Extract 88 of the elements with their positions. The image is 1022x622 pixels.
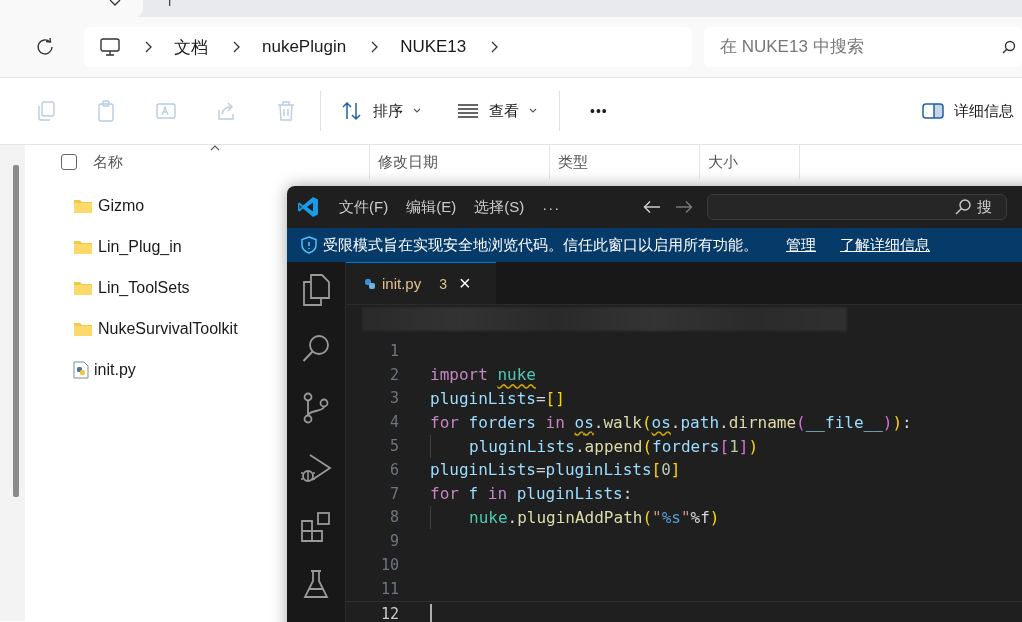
rename-icon (156, 100, 176, 122)
source-control-icon[interactable] (303, 392, 329, 424)
forward-arrow-icon[interactable] (675, 200, 694, 214)
banner-link[interactable]: 了解详细信息 (840, 235, 930, 255)
panel-icon (922, 103, 944, 119)
more-menu[interactable]: ··· (542, 198, 561, 216)
breadcrumb-item[interactable]: 文档 (174, 35, 208, 59)
code-line: nuke.pluginAddPath("%s"%f) (469, 507, 720, 527)
search-icon[interactable] (302, 334, 330, 364)
select-all-checkbox[interactable] (61, 154, 77, 170)
search-label: 搜 (977, 197, 993, 217)
file-name[interactable]: Gizmo (98, 196, 145, 215)
line-number: 7 (388, 484, 399, 503)
command-search-field[interactable]: 搜 (707, 194, 1008, 220)
more-button[interactable]: ••• (580, 97, 618, 125)
line-number: 4 (388, 413, 399, 432)
column-header[interactable]: 修改日期 (378, 152, 438, 172)
paste-icon (96, 100, 116, 122)
column-header[interactable]: 类型 (558, 152, 588, 172)
folder-icon (73, 197, 93, 214)
share-icon (216, 100, 236, 122)
close-tab-button[interactable]: × (459, 272, 471, 295)
code-line: for f in pluginLists: (430, 484, 633, 504)
chevron-icon[interactable] (490, 41, 499, 53)
copy-icon (36, 100, 56, 122)
line-number: 2 (388, 365, 399, 384)
line-number: 5 (388, 437, 399, 456)
view-button[interactable]: 查看 (449, 95, 545, 127)
file-name[interactable]: Lin_Plug_in (98, 237, 182, 256)
sort-caret-icon (210, 145, 220, 151)
caret-icon (413, 108, 421, 114)
line-number: 3 (388, 389, 399, 408)
search-icon[interactable] (955, 199, 972, 215)
breadcrumb-item[interactable]: nukePlugin (262, 37, 347, 57)
breadcrumb-item[interactable]: NUKE13 (400, 37, 467, 57)
file-name[interactable]: Lin_ToolSets (98, 278, 190, 297)
line-number: 12 (379, 604, 399, 622)
column-header[interactable]: 大小 (708, 152, 738, 172)
search-field[interactable]: 在 NUKE13 中搜索 (704, 27, 1022, 67)
line-number: 6 (388, 460, 399, 479)
refresh-icon[interactable] (36, 38, 54, 56)
folder-icon (73, 238, 93, 255)
tab-title[interactable]: init.py (382, 275, 422, 292)
menu-item[interactable]: 文件(F) (339, 197, 389, 217)
python-icon (364, 277, 376, 290)
editor-logo-icon (297, 196, 319, 218)
chevron-icon[interactable] (232, 41, 240, 53)
menu-item[interactable]: 编辑(E) (406, 197, 457, 217)
chevron-icon[interactable] (370, 41, 379, 53)
line-number: 1 (388, 341, 399, 360)
list-icon (457, 103, 479, 119)
extensions-icon[interactable] (301, 512, 331, 542)
chevron-icon[interactable] (144, 41, 152, 53)
shield-icon (301, 236, 317, 254)
folder-icon (73, 279, 93, 296)
banner-message: 受限模式旨在实现安全地浏览代码。信任此窗口以启用所有功能。 (323, 235, 758, 255)
file-name[interactable]: init.py (94, 360, 136, 379)
sort-icon (341, 101, 363, 121)
menu-item[interactable]: 选择(S) (474, 197, 525, 217)
line-number: 8 (388, 508, 399, 527)
search-icon[interactable] (1002, 40, 1016, 54)
text-cursor (430, 603, 432, 622)
code-line: import nuke (430, 365, 536, 385)
code-line: pluginLists=[] (430, 389, 565, 408)
sort-button[interactable]: 排序 (333, 95, 429, 127)
computer-icon (100, 38, 120, 56)
run-debug-icon[interactable] (300, 452, 332, 484)
files-icon[interactable] (302, 274, 330, 306)
code-line: pluginLists.append(forders[1]) (469, 436, 759, 456)
python-file-icon (73, 360, 89, 379)
back-arrow-icon[interactable] (643, 200, 662, 214)
flask-icon[interactable] (303, 570, 329, 600)
editor-tab[interactable]: init.py 3 × (346, 262, 496, 304)
code-line: pluginLists=pluginLists[0] (430, 460, 681, 480)
line-number: 11 (379, 579, 399, 598)
code-line: for forders in os.walk(os.path.dirname(__file__)): (430, 412, 912, 432)
folder-icon (73, 320, 93, 337)
column-header[interactable]: 名称 (93, 152, 123, 172)
problem-count: 3 (439, 275, 447, 292)
banner-link[interactable]: 管理 (786, 235, 816, 255)
caret-icon (529, 108, 537, 114)
delete-icon (276, 100, 296, 122)
address-bar[interactable]: 文档 nukePlugin NUKE13 (84, 27, 692, 67)
line-number: 10 (379, 556, 399, 575)
details-button[interactable]: 详细信息 (914, 95, 1022, 127)
scrollbar[interactable] (13, 165, 19, 497)
line-number: 9 (388, 532, 399, 551)
file-name[interactable]: NukeSurvivalToolkit (98, 319, 238, 338)
